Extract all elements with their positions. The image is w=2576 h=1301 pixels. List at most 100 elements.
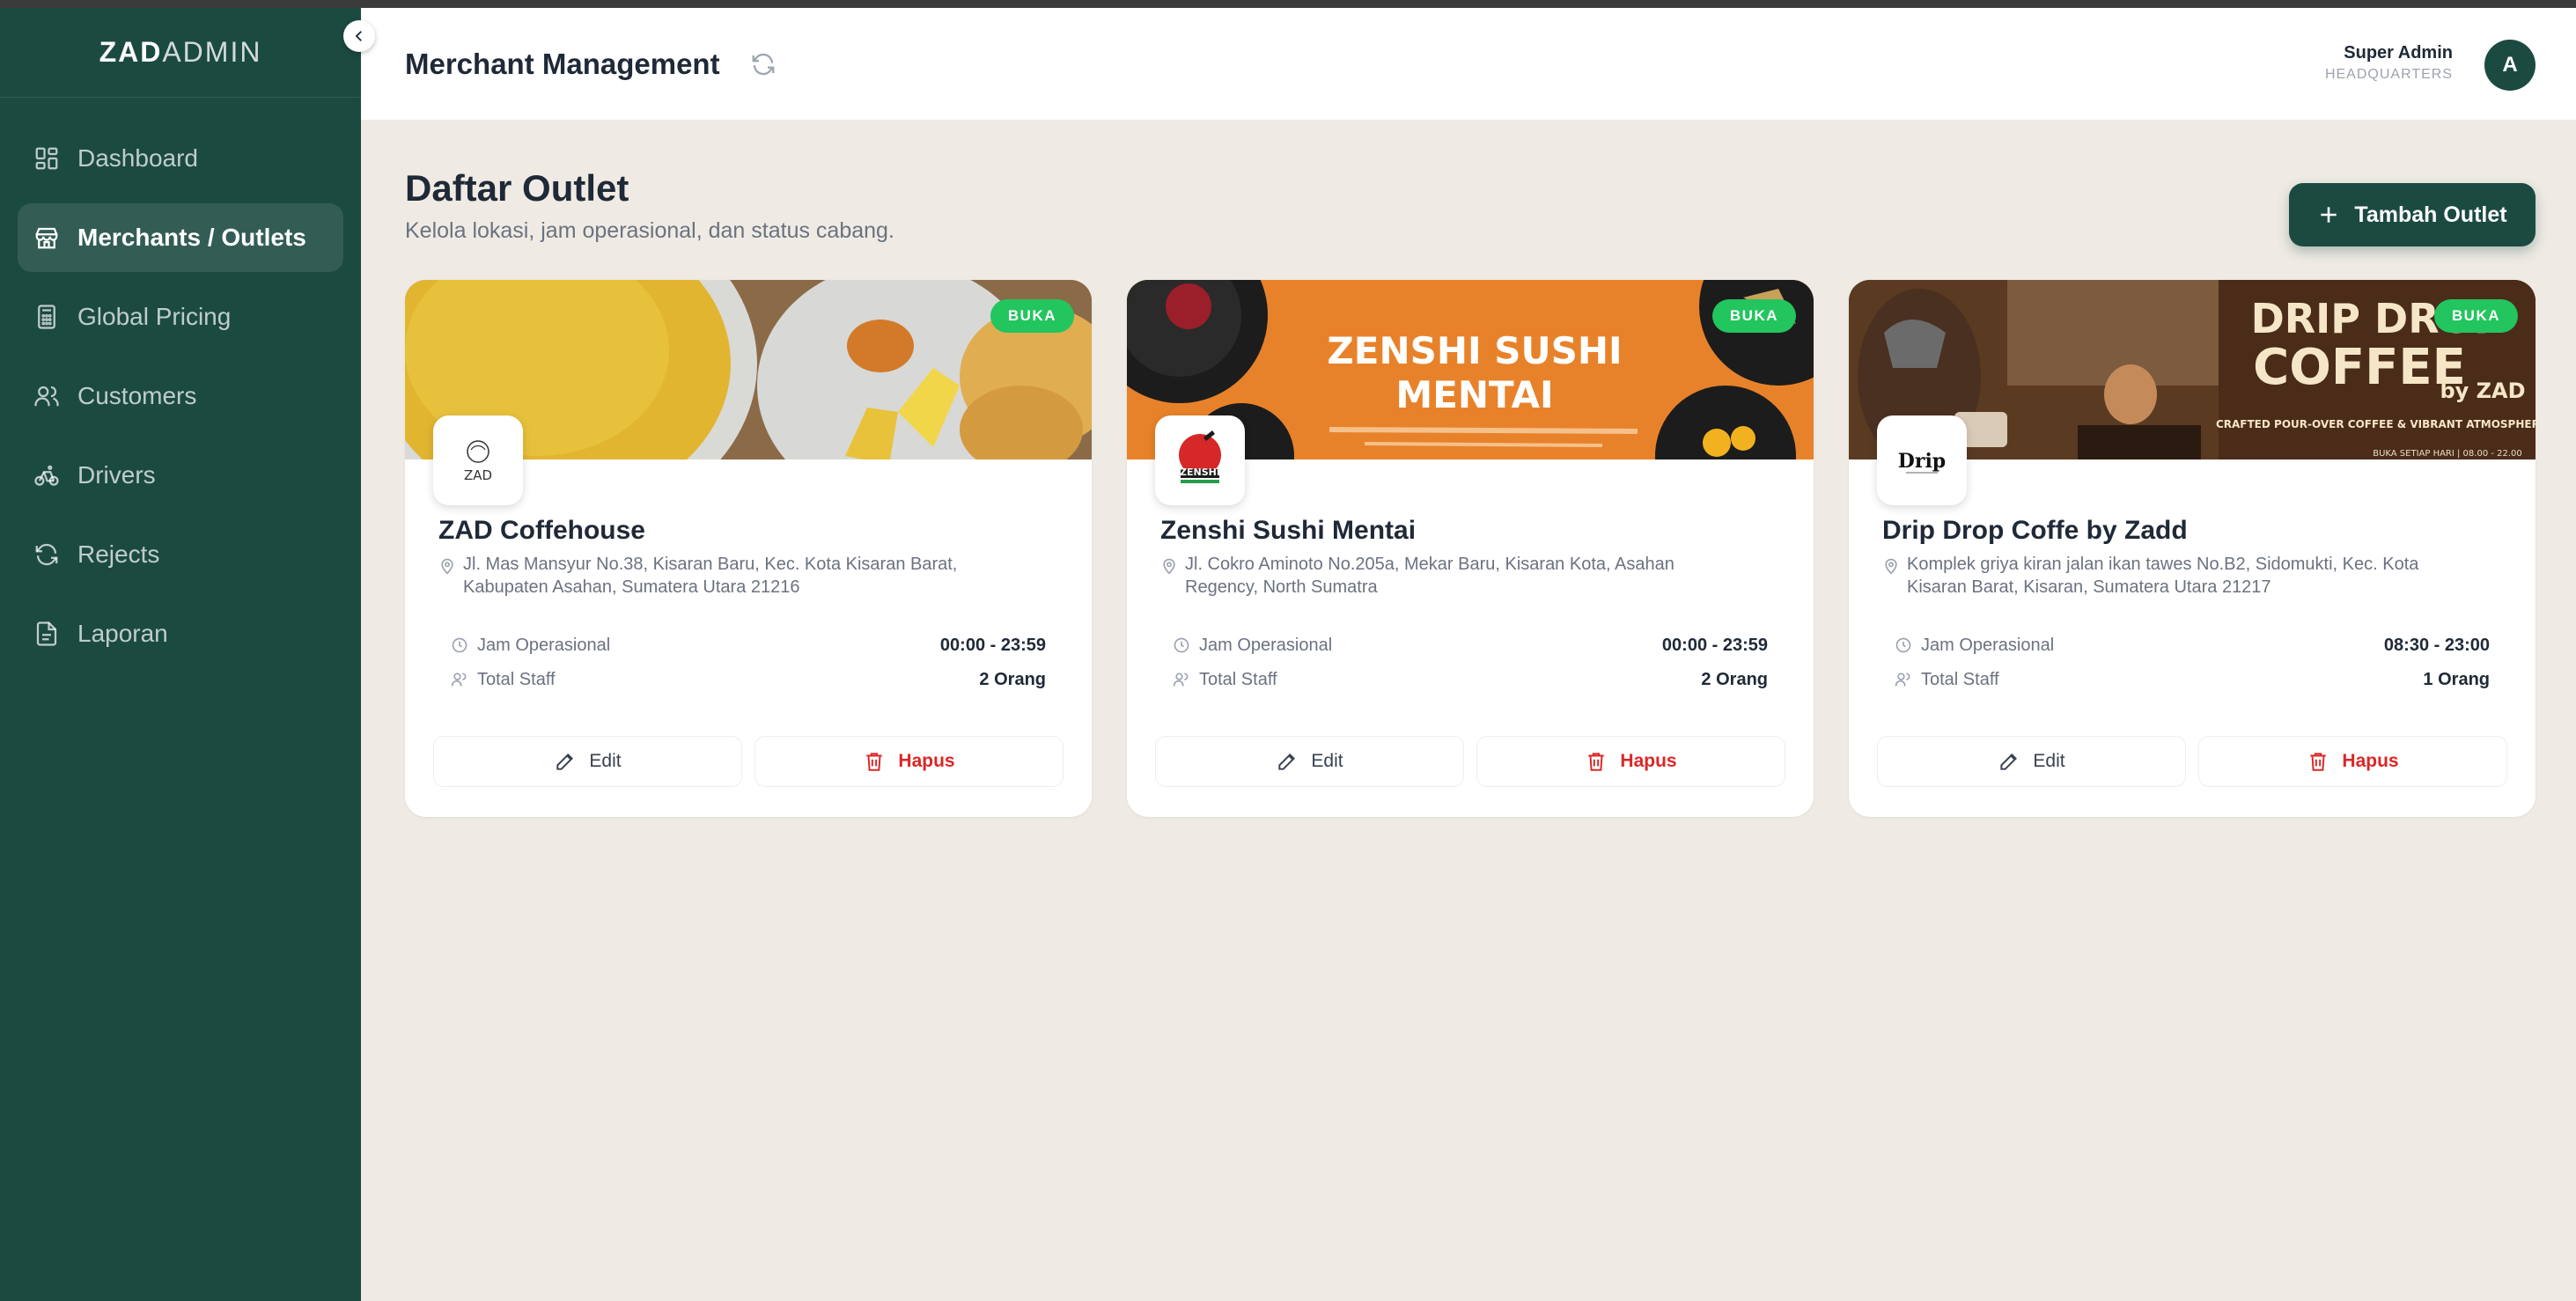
- sidebar-item-customers[interactable]: Customers: [18, 362, 343, 430]
- edit-label: Edit: [2033, 751, 2065, 771]
- staff-value: 1 Orang: [2423, 669, 2490, 689]
- status-badge: BUKA: [990, 299, 1074, 333]
- clock-icon: [1174, 637, 1189, 653]
- delete-button[interactable]: Hapus: [754, 736, 1064, 787]
- sidebar-item-label: Global Pricing: [77, 303, 232, 330]
- sidebar-item-label: Rejects: [77, 540, 160, 568]
- card-actions: Edit Hapus: [433, 736, 1064, 787]
- outlet-address: Jl. Cokro Aminoto No.205a, Mekar Baru, K…: [1185, 555, 1674, 597]
- operating-hours-row: Jam Operasional 08:30 - 23:00: [1895, 632, 2490, 658]
- card-actions: Edit Hapus: [1155, 736, 1785, 787]
- sidebar-item-label: Merchants / Outlets: [77, 224, 306, 251]
- window-top-strip: [0, 0, 2576, 8]
- pencil-icon: [1278, 753, 1296, 770]
- delete-label: Hapus: [2342, 751, 2399, 771]
- sidebar-item-label: Dashboard: [77, 144, 198, 172]
- hours-value: 08:30 - 23:00: [2383, 635, 2490, 655]
- edit-button[interactable]: Edit: [433, 736, 742, 787]
- zad-logo-illustration: ZAD: [464, 440, 492, 483]
- pencil-icon: [2000, 753, 2018, 770]
- section-title: Daftar Outlet: [405, 167, 629, 209]
- staff-label: Total Staff: [1921, 669, 1999, 689]
- outlet-logo: ZENSHI: [1155, 415, 1245, 505]
- sidebar-item-dashboard[interactable]: Dashboard: [18, 124, 343, 193]
- users-icon: [451, 673, 467, 687]
- logo-text: Drip: [1898, 450, 1946, 473]
- delete-button[interactable]: Hapus: [1476, 736, 1785, 787]
- map-pin-icon: [1163, 558, 1175, 575]
- sidebar-item-label: Drivers: [77, 461, 156, 489]
- calculator-icon: [38, 305, 55, 329]
- delete-label: Hapus: [1620, 751, 1677, 771]
- section-subtitle: Kelola lokasi, jam operasional, dan stat…: [405, 218, 894, 243]
- brand-logo: ZAD ADMIN: [0, 8, 361, 98]
- edit-label: Edit: [589, 751, 622, 771]
- banner-title-line2: COFFEE: [2253, 339, 2466, 396]
- avatar[interactable]: A: [2484, 40, 2536, 91]
- users-icon: [1173, 673, 1189, 687]
- hours-label: Jam Operasional: [1199, 635, 1333, 655]
- top-header: Merchant Management Super Admin HEADQUAR…: [361, 8, 2576, 120]
- sidebar-nav: Dashboard Merchants / Outlets Global Pri…: [0, 98, 361, 668]
- sidebar: ZAD ADMIN Dashboard Merchants / Outlets G…: [0, 8, 361, 1301]
- hours-label: Jam Operasional: [477, 635, 611, 655]
- edit-button[interactable]: Edit: [1877, 736, 2186, 787]
- sidebar-collapse-button[interactable]: [343, 20, 375, 52]
- trash-icon: [2310, 753, 2327, 771]
- users-icon: [34, 386, 59, 407]
- sidebar-item-label: Laporan: [77, 620, 168, 647]
- map-pin-icon: [1885, 558, 1897, 575]
- delete-button[interactable]: Hapus: [2198, 736, 2507, 787]
- outlet-name: ZAD Coffehouse: [438, 516, 645, 545]
- card-actions: Edit Hapus: [1877, 736, 2507, 787]
- hours-value: 00:00 - 23:59: [939, 635, 1046, 655]
- logo-text: ZENSHI: [1180, 467, 1220, 478]
- bicycle-icon: [34, 465, 59, 486]
- staff-value: 2 Orang: [1701, 669, 1768, 689]
- edit-button[interactable]: Edit: [1155, 736, 1464, 787]
- sidebar-item-merchants-outlets[interactable]: Merchants / Outlets: [18, 203, 343, 272]
- logo-text: ZAD: [464, 467, 492, 483]
- outlet-logo: Drip: [1877, 415, 1967, 505]
- banner-title-line1: ZENSHI SUSHI: [1327, 329, 1622, 372]
- delete-label: Hapus: [898, 751, 955, 771]
- trash-icon: [1588, 753, 1605, 771]
- plus-icon: [2321, 207, 2337, 223]
- add-outlet-label: Tambah Outlet: [2354, 202, 2507, 227]
- banner-by-text: by ZAD: [2440, 379, 2525, 403]
- pencil-icon: [556, 753, 574, 770]
- page-title: Merchant Management: [405, 47, 720, 80]
- brand-light: ADMIN: [162, 36, 262, 68]
- sidebar-item-laporan[interactable]: Laporan: [18, 599, 343, 668]
- total-staff-row: Total Staff 1 Orang: [1895, 666, 2490, 693]
- user-name: Super Admin: [2344, 43, 2453, 62]
- add-outlet-button[interactable]: Tambah Outlet: [2289, 183, 2536, 246]
- staff-label: Total Staff: [1199, 669, 1277, 689]
- staff-value: 2 Orang: [979, 669, 1046, 689]
- outlet-logo: ZAD: [433, 415, 523, 505]
- map-pin-icon: [441, 558, 453, 575]
- brand-bold: ZAD: [99, 36, 163, 68]
- report-file-icon: [36, 621, 57, 646]
- refresh-icon[interactable]: [750, 51, 776, 77]
- status-badge: BUKA: [1711, 299, 1796, 333]
- sidebar-item-global-pricing[interactable]: Global Pricing: [18, 283, 343, 351]
- refresh-icon: [35, 543, 58, 566]
- drip-logo-illustration: Drip: [1898, 450, 1946, 474]
- hours-label: Jam Operasional: [1921, 635, 2055, 655]
- outlet-address: Jl. Mas Mansyur No.38, Kisaran Baru, Kec…: [463, 555, 958, 597]
- users-icon: [1895, 673, 1910, 687]
- staff-label: Total Staff: [477, 669, 556, 689]
- edit-label: Edit: [1311, 751, 1343, 771]
- dashboard-grid-icon: [35, 147, 58, 170]
- sidebar-item-drivers[interactable]: Drivers: [18, 441, 343, 510]
- outlet-card: DRIP DROP COFFEE by ZAD CRAFTED POUR-OVE…: [1849, 280, 2536, 817]
- clock-icon: [452, 637, 467, 653]
- sidebar-item-label: Customers: [77, 382, 197, 409]
- total-staff-row: Total Staff 2 Orang: [451, 666, 1046, 693]
- operating-hours-row: Jam Operasional 00:00 - 23:59: [451, 632, 1046, 658]
- sidebar-item-rejects[interactable]: Rejects: [18, 520, 343, 589]
- outlet-card: ZENSHI SUSHI MENTAI BUKA ZENSHI Zenshi S…: [1127, 280, 1814, 817]
- outlet-name: Zenshi Sushi Mentai: [1160, 516, 1417, 545]
- clock-icon: [1895, 637, 1911, 653]
